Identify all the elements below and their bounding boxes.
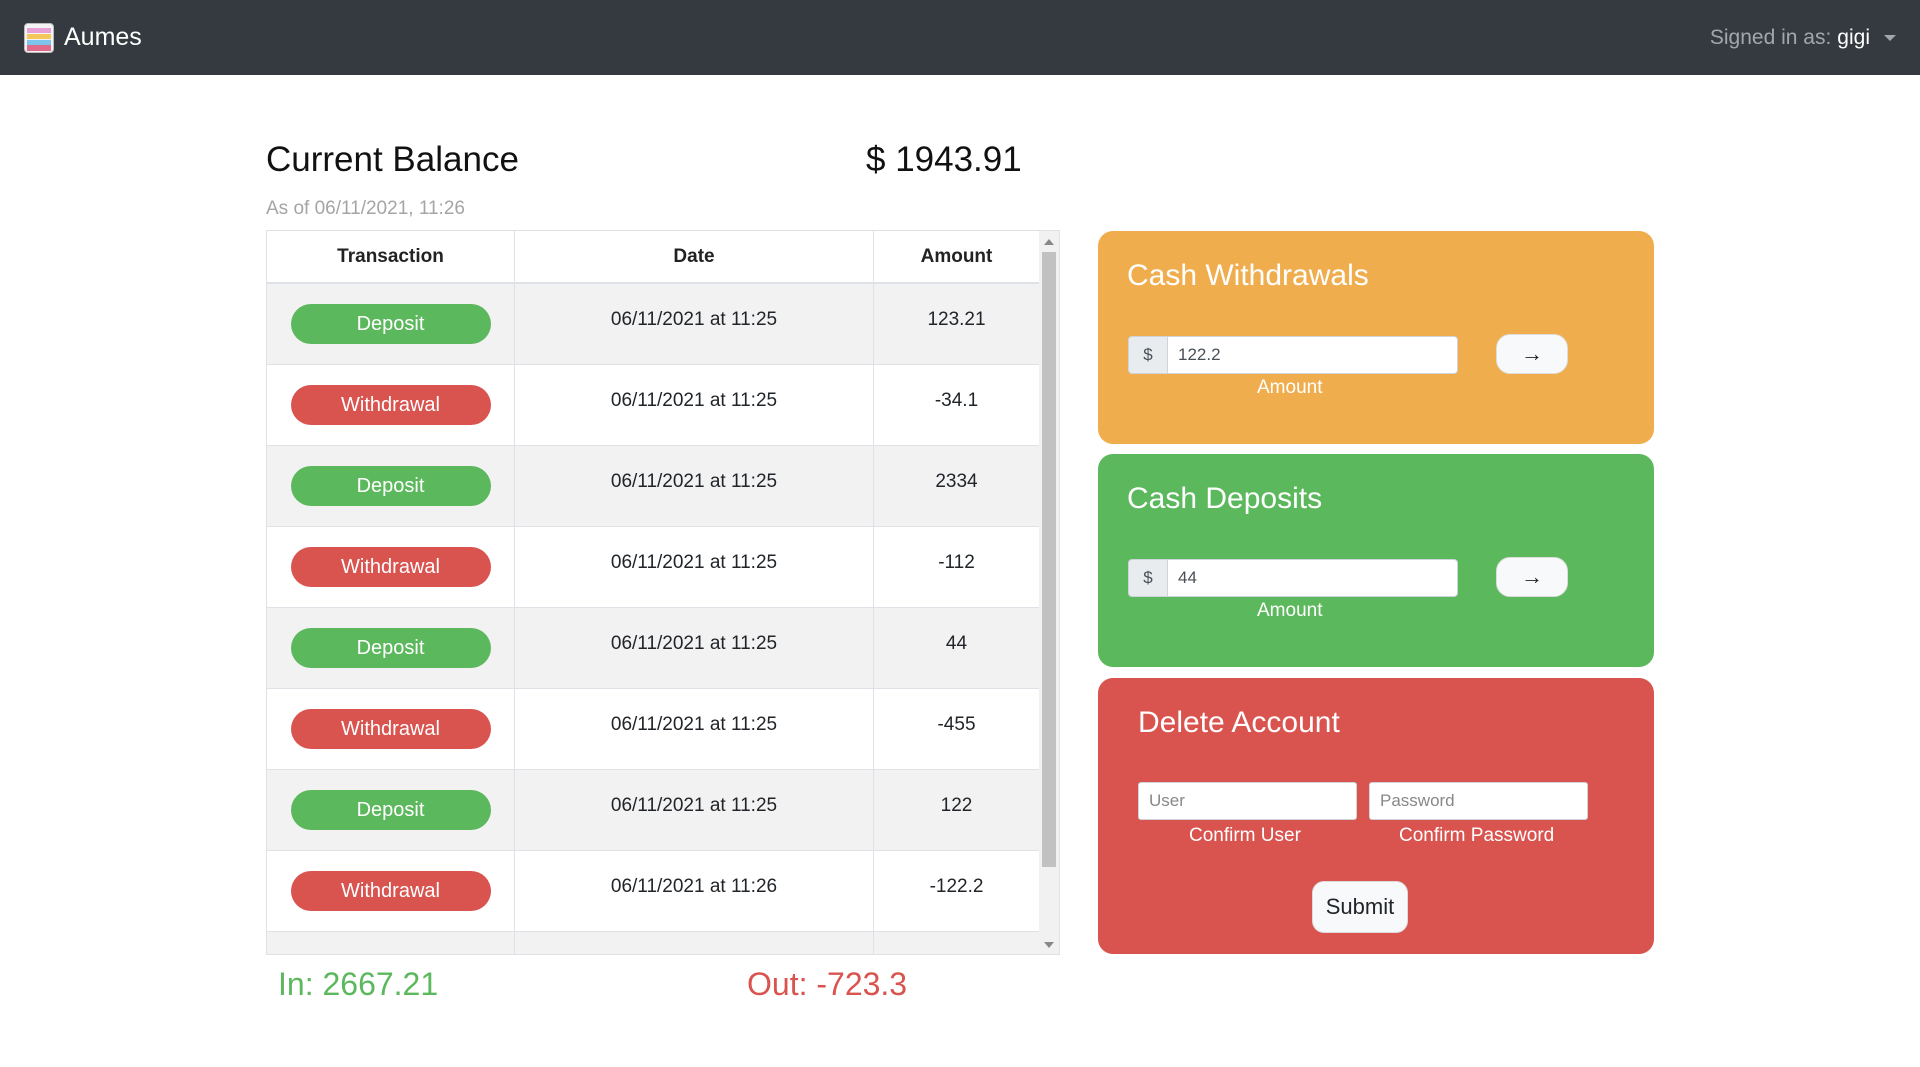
balance-date: As of 06/11/2021, 11:26: [266, 198, 465, 219]
confirm-password-label: Confirm Password: [1399, 825, 1555, 846]
signed-in-label: Signed in as:: [1709, 25, 1832, 49]
table-header: Transaction Date Amount: [267, 231, 1059, 284]
table-row: Withdrawal 06/11/2021 at 11:26 -122.2: [267, 851, 1059, 932]
scrollbar-thumb[interactable]: [1042, 252, 1056, 867]
transaction-amount: 123.21: [927, 309, 986, 330]
transaction-type-badge: Deposit: [290, 628, 491, 668]
navbar: Aumes Signed in as: gigi: [0, 0, 1920, 75]
wallet-icon: [24, 22, 54, 53]
card-title: Cash Deposits: [1127, 482, 1323, 515]
currency-addon: $: [1128, 336, 1168, 374]
scroll-down-icon[interactable]: [1044, 942, 1054, 948]
deposit-amount-group: $: [1128, 559, 1458, 597]
delete-account-card: Delete Account Confirm User Confirm Pass…: [1098, 678, 1654, 954]
table-row-partial: [267, 932, 1059, 954]
brand-name: Aumes: [64, 23, 142, 51]
withdraw-amount-input[interactable]: [1168, 336, 1458, 374]
card-title: Delete Account: [1138, 706, 1340, 739]
transaction-date: 06/11/2021 at 11:25: [515, 446, 874, 526]
caret-down-icon: [1884, 34, 1896, 41]
amount-label: Amount: [1257, 377, 1323, 398]
transaction-amount: 2334: [935, 471, 978, 492]
transaction-amount: -122.2: [929, 876, 984, 897]
arrow-right-icon: →: [1521, 564, 1543, 589]
transaction-type-badge: Deposit: [290, 304, 491, 344]
deposit-submit-button[interactable]: →: [1496, 557, 1568, 597]
transaction-type-badge: Withdrawal: [290, 385, 491, 425]
confirm-user-input[interactable]: [1138, 782, 1357, 820]
table-row: Withdrawal 06/11/2021 at 11:25 -455: [267, 689, 1059, 770]
transaction-date: 06/11/2021 at 11:26: [515, 851, 874, 931]
transaction-date: 06/11/2021 at 11:25: [515, 365, 874, 445]
table-row: Deposit 06/11/2021 at 11:25 2334: [267, 446, 1059, 527]
table-row: Withdrawal 06/11/2021 at 11:25 -112: [267, 527, 1059, 608]
transaction-amount: 122: [940, 795, 973, 816]
balance-value: $ 1943.91: [866, 140, 1022, 179]
scroll-up-icon[interactable]: [1044, 239, 1054, 245]
transaction-date: 06/11/2021 at 11:25: [515, 284, 874, 364]
transaction-date: 06/11/2021 at 11:25: [515, 689, 874, 769]
transaction-type-badge: Withdrawal: [290, 871, 491, 911]
table-row: Deposit 06/11/2021 at 11:25 123.21: [267, 284, 1059, 365]
card-title: Cash Withdrawals: [1127, 259, 1369, 292]
arrow-right-icon: →: [1521, 341, 1543, 366]
confirm-user-label: Confirm User: [1189, 825, 1301, 846]
table-row: Deposit 06/11/2021 at 11:25 44: [267, 608, 1059, 689]
username: gigi: [1837, 25, 1870, 49]
cash-withdrawals-card: Cash Withdrawals $ Amount →: [1098, 231, 1654, 444]
user-menu[interactable]: Signed in as: gigi: [1710, 26, 1896, 50]
total-out: Out: -723.3: [747, 966, 908, 1002]
transaction-amount: -34.1: [934, 390, 979, 411]
deposit-amount-input[interactable]: [1168, 559, 1458, 597]
withdraw-submit-button[interactable]: →: [1496, 334, 1568, 374]
transaction-date: 06/11/2021 at 11:25: [515, 608, 874, 688]
transaction-type-badge: Deposit: [290, 466, 491, 506]
column-header-amount: Amount: [920, 245, 993, 267]
amount-label: Amount: [1257, 600, 1323, 621]
table-row: Withdrawal 06/11/2021 at 11:25 -34.1: [267, 365, 1059, 446]
transaction-amount: -112: [938, 552, 975, 573]
transaction-amount: 44: [945, 633, 968, 654]
confirm-password-input[interactable]: [1369, 782, 1588, 820]
table-scrollbar[interactable]: [1039, 231, 1059, 954]
column-header-date: Date: [515, 231, 874, 282]
transaction-type-badge: Withdrawal: [290, 547, 491, 587]
transactions-table[interactable]: Transaction Date Amount Deposit 06/11/20…: [266, 230, 1060, 955]
transaction-type-badge: Withdrawal: [290, 709, 491, 749]
currency-addon: $: [1128, 559, 1168, 597]
submit-button[interactable]: Submit: [1312, 881, 1408, 933]
withdraw-amount-group: $: [1128, 336, 1458, 374]
cash-deposits-card: Cash Deposits $ Amount →: [1098, 454, 1654, 667]
total-in: In: 2667.21: [278, 966, 439, 1002]
table-row: Deposit 06/11/2021 at 11:25 122: [267, 770, 1059, 851]
transaction-date: 06/11/2021 at 11:25: [515, 527, 874, 607]
transaction-amount: -455: [937, 714, 976, 735]
balance-title: Current Balance: [266, 140, 519, 179]
column-header-transaction: Transaction: [267, 231, 515, 282]
transaction-type-badge: Deposit: [290, 790, 491, 830]
transaction-date: 06/11/2021 at 11:25: [515, 770, 874, 850]
brand[interactable]: Aumes: [24, 22, 142, 53]
